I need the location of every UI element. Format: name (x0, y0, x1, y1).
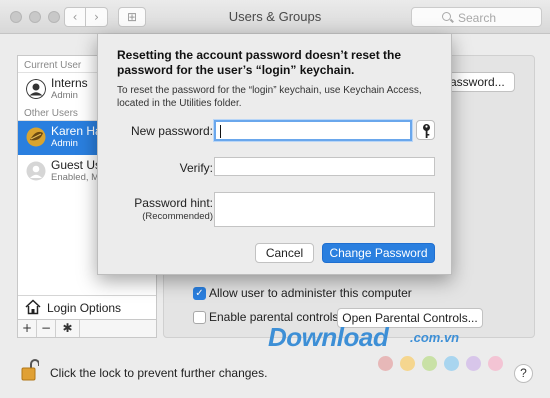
text-caret (220, 125, 221, 138)
change-password-button[interactable]: assword... (442, 72, 515, 92)
allow-admin-checkbox[interactable]: ✓ (193, 287, 206, 300)
title-bar: ‹ › ⊞ Users & Groups Search (0, 0, 550, 34)
current-user-header: Current User (24, 60, 82, 71)
user-status: Enabled, M (51, 172, 100, 183)
reset-password-sheet: Resetting the account password doesn’t r… (97, 34, 452, 275)
watermark-logo: Download (268, 322, 389, 352)
help-button[interactable]: ? (514, 364, 533, 383)
key-icon (423, 124, 430, 138)
password-assistant-button[interactable] (416, 120, 435, 140)
password-hint-sublabel: (Recommended) (142, 211, 213, 222)
cancel-button[interactable]: Cancel (255, 243, 314, 263)
remove-user-button[interactable]: − (37, 320, 56, 337)
login-options-item[interactable]: Login Options (18, 295, 156, 319)
allow-admin-label: Allow user to administer this computer (209, 286, 412, 300)
action-menu-button[interactable]: ✱ (56, 320, 80, 337)
minus-icon: − (40, 321, 52, 335)
watermark-dot (422, 356, 437, 371)
add-user-button[interactable]: + (18, 320, 37, 337)
watermark-dot (400, 356, 415, 371)
watermark-domain: .com.vn (410, 330, 460, 345)
verify-field[interactable] (214, 157, 435, 176)
other-users-header: Other Users (24, 108, 78, 119)
guest-avatar-icon (26, 161, 46, 181)
users-groups-window: ‹ › ⊞ Users & Groups Search Current User… (0, 0, 550, 398)
new-password-field[interactable] (214, 120, 412, 141)
login-options-label: Login Options (47, 301, 122, 315)
user-name: Interns (51, 76, 88, 90)
leaf-avatar-icon (26, 127, 46, 147)
watermark-dot (444, 356, 459, 371)
house-icon (25, 299, 41, 315)
dialog-title: Resetting the account password doesn’t r… (117, 48, 402, 77)
change-password-confirm-label: Change Password (329, 246, 428, 260)
cancel-label: Cancel (265, 246, 304, 260)
gear-icon: ✱ (62, 321, 73, 335)
user-silhouette-icon (26, 79, 46, 99)
search-icon (442, 12, 451, 21)
user-role: Admin (51, 138, 78, 149)
plus-icon: + (21, 321, 33, 335)
watermark-dot (488, 356, 503, 371)
verify-label: Verify: (179, 161, 213, 175)
password-hint-label: Password hint: (134, 196, 213, 210)
watermark-dot (466, 356, 481, 371)
search-field[interactable]: Search (411, 7, 542, 27)
lock-open-icon[interactable] (21, 358, 39, 382)
parental-controls-checkbox[interactable] (193, 311, 206, 324)
password-hint-field[interactable] (214, 192, 435, 227)
question-icon: ? (520, 366, 527, 380)
new-password-label: New password: (130, 124, 213, 138)
sidebar-toolbar: + − ✱ (18, 319, 156, 337)
dialog-message: To reset the password for the “login” ke… (117, 85, 422, 109)
change-password-confirm-button[interactable]: Change Password (322, 243, 435, 263)
search-placeholder: Search (458, 11, 497, 25)
checkmark-icon: ✓ (195, 288, 204, 299)
lock-label: Click the lock to prevent further change… (50, 366, 268, 380)
watermark-dot (378, 356, 393, 371)
user-role: Admin (51, 90, 78, 101)
change-password-label: assword... (450, 75, 505, 89)
